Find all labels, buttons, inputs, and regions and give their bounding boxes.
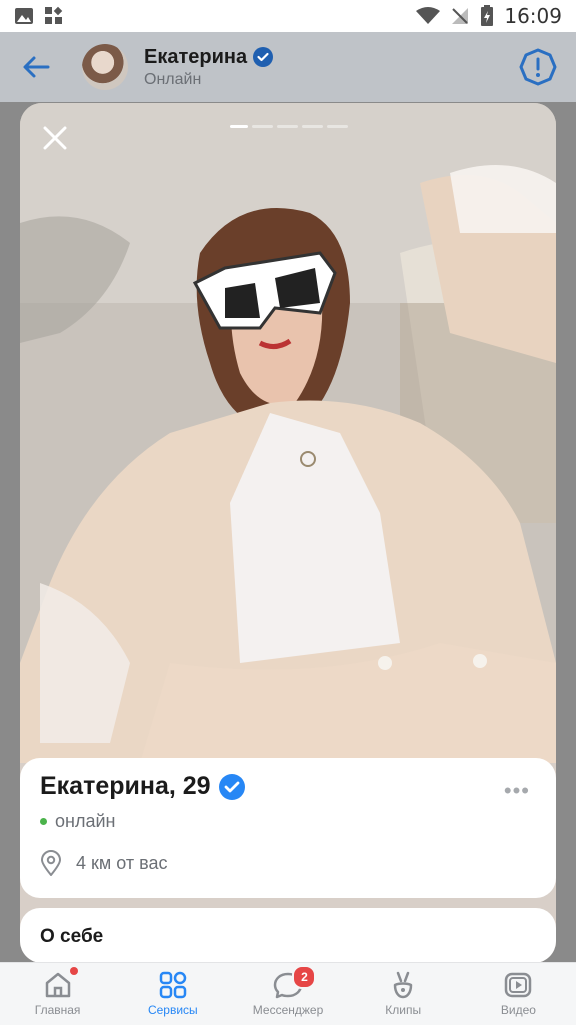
services-icon bbox=[159, 971, 187, 999]
about-title: О себе bbox=[40, 926, 104, 947]
profile-info-card: Екатерина, 29 ••• онлайн 4 км от вас bbox=[20, 758, 556, 898]
tab-video[interactable]: Видео bbox=[461, 963, 576, 1025]
tab-home[interactable]: Главная bbox=[0, 963, 115, 1025]
tab-services[interactable]: Сервисы bbox=[115, 963, 230, 1025]
verified-icon bbox=[218, 773, 245, 800]
tab-messenger[interactable]: 2 Мессенджер bbox=[230, 963, 345, 1025]
back-button[interactable] bbox=[18, 49, 54, 85]
more-options-button[interactable]: ••• bbox=[504, 778, 530, 804]
chat-user-info[interactable]: Екатерина Онлайн bbox=[144, 45, 274, 89]
chat-user-name: Екатерина bbox=[144, 45, 248, 68]
chat-user-name-row: Екатерина bbox=[144, 45, 274, 69]
photo-progress bbox=[230, 125, 348, 128]
close-icon[interactable] bbox=[40, 123, 70, 153]
photo-progress-segment bbox=[327, 125, 348, 128]
online-dot-icon bbox=[40, 818, 47, 825]
tab-label: Мессенджер bbox=[252, 1003, 324, 1017]
no-signal-icon bbox=[452, 8, 469, 24]
battery-icon bbox=[481, 5, 494, 26]
photo-progress-segment bbox=[230, 125, 248, 128]
tab-label: Видео bbox=[500, 1003, 536, 1017]
about-section: О себе bbox=[20, 908, 556, 963]
bottom-tab-bar: Главная Сервисы 2 Мессенджер Клипы Видео bbox=[0, 962, 576, 1025]
location-pin-icon bbox=[40, 850, 62, 876]
gallery-icon bbox=[15, 8, 33, 24]
apps-icon bbox=[45, 6, 63, 24]
status-right: 16:09 bbox=[416, 4, 562, 28]
chat-user-status: Онлайн bbox=[144, 70, 202, 88]
home-icon bbox=[45, 972, 70, 998]
notification-dot-icon bbox=[70, 967, 78, 975]
online-status-row: онлайн bbox=[40, 811, 536, 832]
report-icon[interactable] bbox=[518, 47, 558, 87]
profile-photo[interactable] bbox=[20, 103, 556, 763]
profile-card: Екатерина, 29 ••• онлайн 4 км от вас О с… bbox=[20, 103, 556, 963]
tab-label: Сервисы bbox=[147, 1003, 198, 1017]
profile-name-age: Екатерина, 29 bbox=[40, 772, 211, 800]
clips-icon bbox=[393, 971, 413, 999]
status-left bbox=[14, 6, 64, 26]
wifi-icon bbox=[416, 7, 441, 24]
tab-label: Клипы bbox=[385, 1003, 422, 1017]
status-bar: 16:09 bbox=[0, 0, 576, 32]
status-time: 16:09 bbox=[504, 4, 562, 28]
photo-progress-segment bbox=[302, 125, 323, 128]
tab-label: Главная bbox=[34, 1003, 81, 1017]
video-icon bbox=[505, 972, 532, 998]
photo-progress-segment bbox=[252, 125, 273, 128]
arrow-left-icon bbox=[23, 56, 50, 78]
photo-progress-segment bbox=[277, 125, 298, 128]
distance-row: 4 км от вас bbox=[40, 850, 536, 876]
verified-icon bbox=[253, 47, 274, 67]
unread-badge: 2 bbox=[292, 965, 317, 989]
avatar[interactable] bbox=[82, 44, 128, 90]
profile-name-row: Екатерина, 29 bbox=[40, 772, 536, 801]
online-status: онлайн bbox=[55, 811, 116, 831]
tab-clips[interactable]: Клипы bbox=[346, 963, 461, 1025]
distance-text: 4 км от вас bbox=[76, 852, 168, 873]
chat-header: Екатерина Онлайн bbox=[0, 32, 576, 102]
